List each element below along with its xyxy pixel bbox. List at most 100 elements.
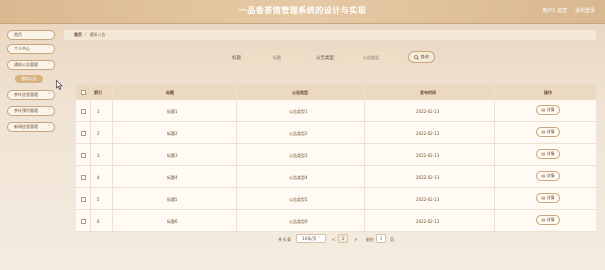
current-user-label[interactable]: 用户1 运营 bbox=[542, 7, 567, 14]
row-title: 标题5 bbox=[167, 197, 178, 202]
table-row: 4 标题4 公告类型4 2022-02-13 ▤ 详情 bbox=[76, 166, 596, 188]
notice-table: 索引 标题 公告类型 发布时间 操作 1 标题1 公告类型1 2022-02-1… bbox=[76, 84, 596, 232]
row-date: 2022-02-13 bbox=[416, 219, 440, 224]
chevron-down-icon: ˅ bbox=[48, 124, 50, 129]
table-header: 索引 标题 公告类型 发布时间 操作 bbox=[76, 84, 596, 100]
detail-button-label: 详情 bbox=[546, 195, 555, 200]
chevron-down-icon: ˅ bbox=[48, 92, 50, 97]
row-checkbox[interactable] bbox=[81, 197, 86, 202]
prev-page-button[interactable]: < bbox=[332, 237, 335, 242]
sidebar-item-tea-info[interactable]: 茶叶信息管理 ˅ bbox=[7, 90, 55, 100]
detail-icon: ▤ bbox=[541, 173, 546, 178]
row-index: 3 bbox=[97, 153, 100, 158]
table-row: 6 标题6 公告类型6 2022-02-13 ▤ 详情 bbox=[76, 210, 596, 232]
column-header-index: 索引 bbox=[94, 90, 102, 95]
type-search-input[interactable] bbox=[338, 51, 404, 63]
sidebar-item-news[interactable]: 新闻信息管理 ˅ bbox=[7, 122, 55, 132]
detail-button-label: 详情 bbox=[546, 173, 555, 178]
search-button[interactable]: 查询 bbox=[408, 51, 435, 63]
row-checkbox[interactable] bbox=[81, 131, 86, 136]
title-search-input[interactable] bbox=[244, 51, 310, 63]
page-size-select[interactable]: 10条/页 ˅ bbox=[296, 234, 326, 243]
row-title: 标题2 bbox=[167, 131, 178, 136]
row-checkbox[interactable] bbox=[81, 175, 86, 180]
sidebar-item-label: 通知公告管理 bbox=[14, 62, 38, 67]
type-filter-label: 公告类型 bbox=[316, 56, 334, 61]
row-index: 1 bbox=[97, 109, 100, 114]
page-number-current[interactable]: 1 bbox=[338, 234, 348, 243]
detail-button[interactable]: ▤ 详情 bbox=[536, 171, 560, 181]
row-index: 6 bbox=[97, 219, 100, 224]
row-date: 2022-02-13 bbox=[416, 109, 440, 114]
row-date: 2022-02-13 bbox=[416, 131, 440, 136]
row-index: 4 bbox=[97, 175, 100, 180]
detail-button-label: 详情 bbox=[546, 107, 555, 112]
sidebar-item-label: 个人中心 bbox=[14, 46, 30, 51]
pagination-total: 共 6 条 bbox=[278, 237, 292, 242]
select-all-checkbox[interactable] bbox=[81, 90, 86, 95]
sidebar-item-home[interactable]: 首页 bbox=[7, 30, 55, 40]
goto-label: 前往 bbox=[366, 237, 374, 242]
row-date: 2022-02-13 bbox=[416, 175, 440, 180]
row-type: 公告类型1 bbox=[289, 109, 308, 114]
sidebar-item-label: 首页 bbox=[14, 32, 22, 37]
breadcrumb-home[interactable]: 首页 bbox=[74, 32, 82, 37]
search-button-label: 查询 bbox=[420, 54, 429, 59]
detail-button[interactable]: ▤ 详情 bbox=[536, 105, 560, 115]
column-header-type: 公告类型 bbox=[292, 90, 308, 95]
detail-button-label: 详情 bbox=[546, 129, 555, 134]
sidebar-item-notice-management[interactable]: 通知公告管理 ˅ bbox=[7, 60, 55, 70]
column-header-title: 标题 bbox=[166, 90, 174, 95]
breadcrumb: 首页 / 通知公告 bbox=[74, 32, 105, 38]
title-filter-label: 标题 bbox=[232, 56, 241, 61]
goto-suffix: 页 bbox=[390, 237, 394, 242]
sidebar-item-label: 茶叶信息管理 bbox=[14, 92, 38, 97]
detail-icon: ▤ bbox=[541, 217, 546, 222]
detail-button-label: 详情 bbox=[546, 217, 555, 222]
logout-link[interactable]: 退出登录 bbox=[575, 7, 595, 14]
detail-button[interactable]: ▤ 详情 bbox=[536, 127, 560, 137]
chevron-down-icon: ˅ bbox=[317, 236, 320, 241]
row-checkbox[interactable] bbox=[81, 219, 86, 224]
column-header-date: 发布时间 bbox=[420, 90, 436, 95]
sidebar-item-label: 茶叶预约管理 bbox=[14, 108, 38, 113]
detail-button[interactable]: ▤ 详情 bbox=[536, 149, 560, 159]
sidebar-item-tea-booking[interactable]: 茶叶预约管理 ˅ bbox=[7, 106, 55, 116]
page-size-value: 10条/页 bbox=[302, 236, 317, 241]
table-row: 1 标题1 公告类型1 2022-02-13 ▤ 详情 bbox=[76, 100, 596, 122]
detail-icon: ▤ bbox=[541, 107, 546, 112]
sidebar: 首页 个人中心 ˅ 通知公告管理 ˅ 通知公告 茶叶信息管理 ˅ 茶叶预约管理 … bbox=[0, 24, 62, 270]
row-type: 公告类型5 bbox=[289, 197, 308, 202]
row-title: 标题3 bbox=[167, 153, 178, 158]
row-checkbox[interactable] bbox=[81, 153, 86, 158]
mouse-cursor-icon bbox=[56, 80, 63, 90]
chevron-down-icon: ˅ bbox=[48, 108, 50, 113]
column-header-action: 操作 bbox=[544, 90, 552, 95]
row-index: 2 bbox=[97, 131, 100, 136]
detail-button[interactable]: ▤ 详情 bbox=[536, 215, 560, 225]
detail-icon: ▤ bbox=[541, 195, 546, 200]
breadcrumb-separator: / bbox=[85, 32, 87, 37]
row-checkbox[interactable] bbox=[81, 109, 86, 114]
table-row: 5 标题5 公告类型5 2022-02-13 ▤ 详情 bbox=[76, 188, 596, 210]
breadcrumb-current: 通知公告 bbox=[89, 32, 106, 37]
sidebar-item-profile[interactable]: 个人中心 ˅ bbox=[7, 44, 55, 54]
detail-button-label: 详情 bbox=[546, 151, 555, 156]
next-page-button[interactable]: > bbox=[354, 237, 357, 242]
row-type: 公告类型6 bbox=[289, 219, 308, 224]
table-row: 2 标题2 公告类型2 2022-02-13 ▤ 详情 bbox=[76, 122, 596, 144]
row-title: 标题6 bbox=[167, 219, 178, 224]
detail-button[interactable]: ▤ 详情 bbox=[536, 193, 560, 203]
row-date: 2022-02-13 bbox=[416, 197, 440, 202]
chevron-down-icon: ˅ bbox=[48, 46, 50, 51]
row-title: 标题1 bbox=[167, 109, 178, 114]
app-title: 一品香茶馆管理系统的设计与实现 bbox=[238, 6, 367, 15]
breadcrumb-bar: 首页 / 通知公告 bbox=[64, 30, 596, 40]
goto-page-input[interactable]: 1 bbox=[376, 234, 386, 243]
sidebar-subitem-notice[interactable]: 通知公告 bbox=[15, 75, 43, 83]
top-header: 一品香茶馆管理系统的设计与实现 用户1 运营 退出登录 bbox=[0, 0, 605, 24]
row-index: 5 bbox=[97, 197, 100, 202]
detail-icon: ▤ bbox=[541, 151, 546, 156]
table-row: 3 标题3 公告类型3 2022-02-13 ▤ 详情 bbox=[76, 144, 596, 166]
row-date: 2022-02-13 bbox=[416, 153, 440, 158]
